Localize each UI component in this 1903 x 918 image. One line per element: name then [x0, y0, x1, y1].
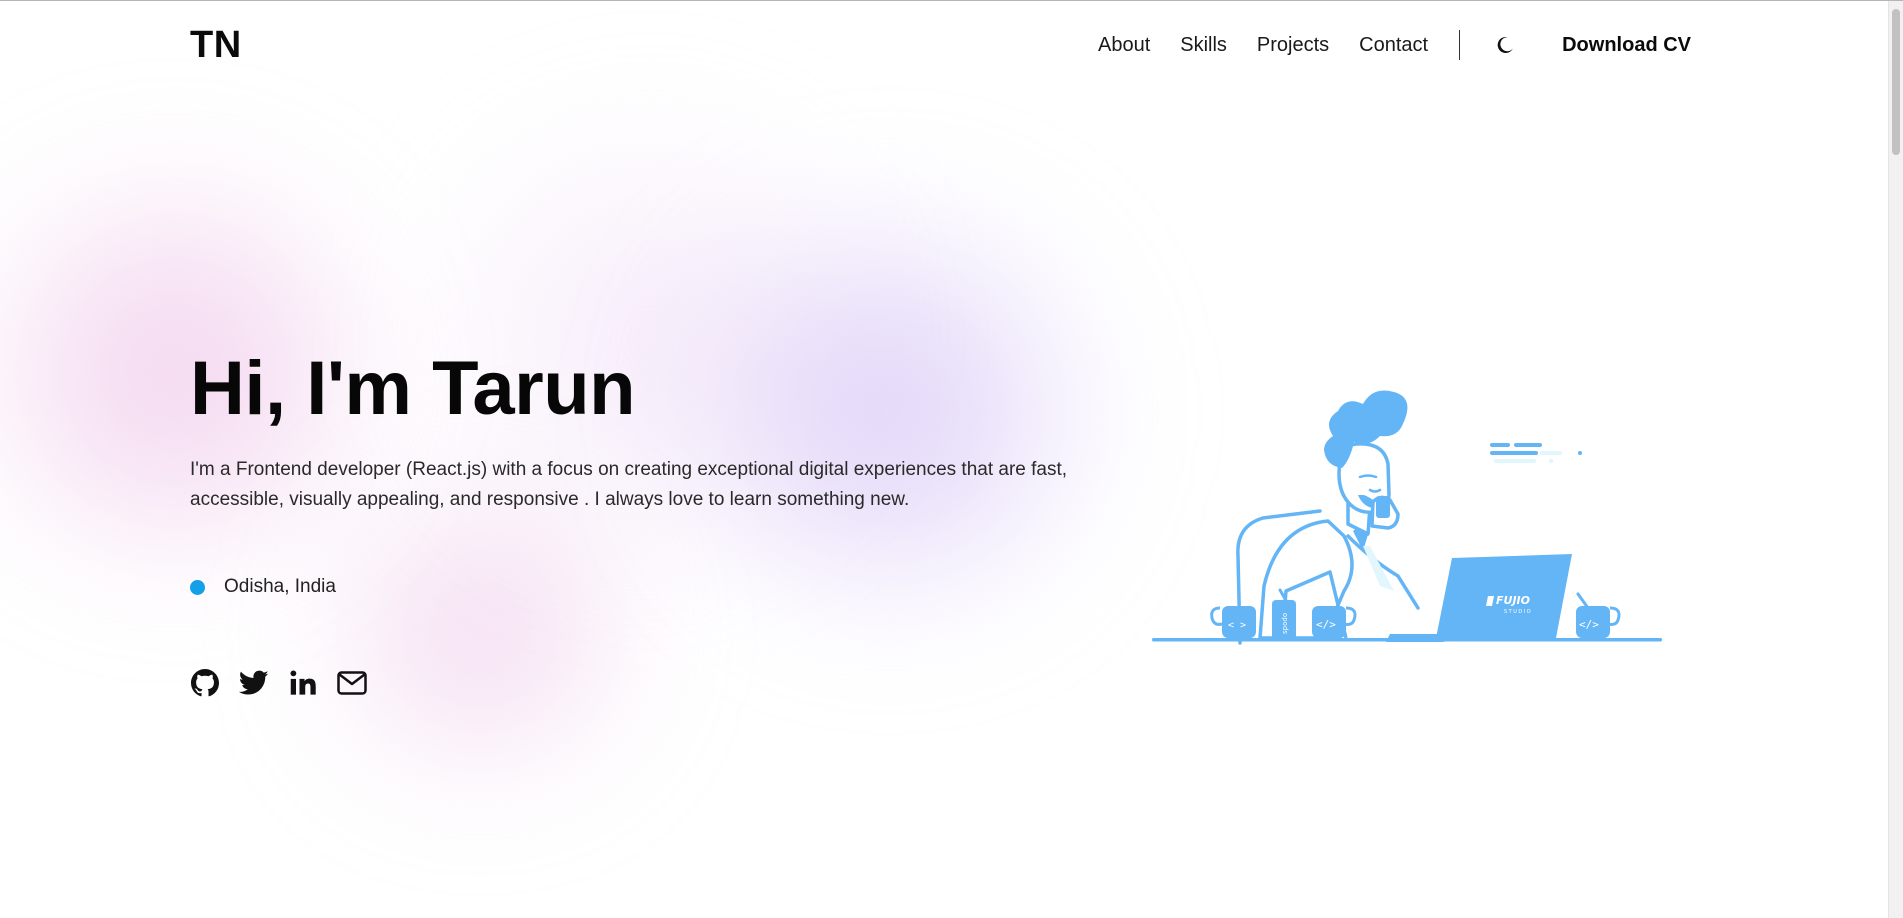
social-links	[190, 668, 386, 698]
laptop: FUJIO STUDIO	[1386, 554, 1572, 642]
nav-divider	[1459, 30, 1461, 60]
hero-description: I'm a Frontend developer (React.js) with…	[190, 459, 1068, 510]
laptop-sub: STUDIO	[1504, 609, 1532, 615]
mug-right-label: </>	[1579, 618, 1599, 631]
mug-right: </>	[1576, 592, 1621, 638]
coffee-cup	[1376, 496, 1390, 518]
background-blob	[660, 201, 1120, 621]
desk-line	[1152, 638, 1662, 642]
background-blob	[300, 481, 660, 781]
mug-center-label: </>	[1316, 618, 1336, 631]
scrollbar-thumb[interactable]	[1892, 9, 1900, 155]
nav-link-projects[interactable]: Projects	[1257, 34, 1329, 57]
nav-link-contact[interactable]: Contact	[1359, 34, 1428, 57]
location: Odisha, India	[190, 576, 336, 598]
download-cv-button[interactable]: Download CV	[1562, 34, 1691, 57]
speech-lines	[1490, 443, 1582, 464]
linkedin-icon[interactable]	[288, 668, 318, 698]
moon-icon[interactable]	[1496, 36, 1514, 54]
laptop-brand: FUJIO	[1496, 594, 1530, 607]
developer-illustration: FUJIO STUDIO < > spodo </> </>	[1152, 390, 1662, 645]
mug-center: </>	[1312, 606, 1357, 638]
nav-link-skills[interactable]: Skills	[1180, 34, 1227, 57]
top-navbar: TN About Skills Projects Contact Downloa…	[190, 23, 1691, 67]
mail-icon[interactable]	[337, 668, 367, 698]
github-icon[interactable]	[190, 668, 220, 698]
mug-left-label: < >	[1228, 620, 1246, 631]
location-dot	[190, 579, 205, 595]
location-text: Odisha, India	[224, 576, 336, 597]
site-logo[interactable]: TN	[190, 24, 242, 67]
hero-title: Hi, I'm Tarun	[190, 346, 636, 431]
page: TN About Skills Projects Contact Downloa…	[0, 0, 1903, 918]
nav-links: About Skills Projects Contact Download C…	[1098, 30, 1691, 60]
mug-left: < >	[1210, 606, 1256, 638]
scrollbar[interactable]	[1888, 1, 1903, 918]
twitter-icon[interactable]	[239, 668, 269, 698]
nav-link-about[interactable]: About	[1098, 34, 1150, 57]
can-label: spodo	[1281, 613, 1289, 634]
